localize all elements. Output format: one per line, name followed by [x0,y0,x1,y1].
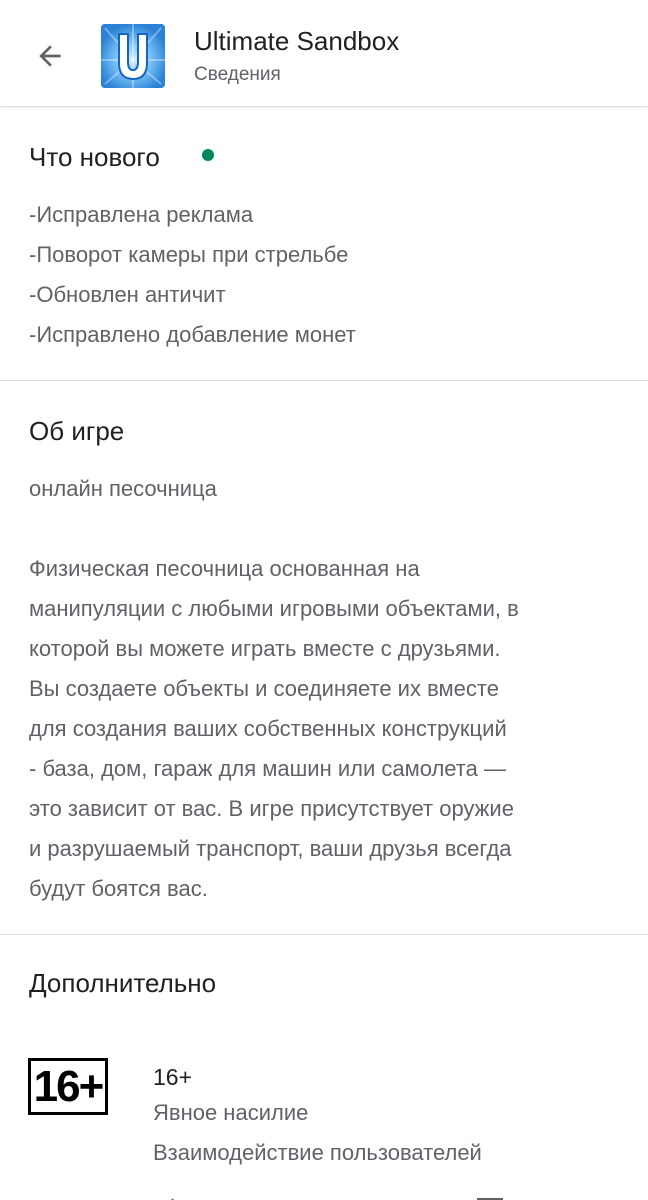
rating-descriptor: Явное насилие [153,1100,309,1125]
rating-descriptor: Взаимодействие пользователей [153,1140,482,1165]
info-row-icon [476,1192,504,1200]
description-line: и разрушаемый транспорт, ваши друзья все… [29,836,512,861]
ultimate-sandbox-app-icon [101,24,165,88]
description-line: манипуляции с любыми игровыми объектами,… [29,596,519,621]
section-divider [0,380,648,381]
description-line: будут боятся вас. [29,876,208,901]
arrow-left-icon [39,45,61,67]
description-line: это зависит от вас. В игре присутствует … [29,796,514,821]
page-subtitle: Сведения [194,64,281,85]
top-app-bar: Ultimate Sandbox Сведения [0,0,648,107]
description-line: - база, дом, гараж для машин или самолет… [29,756,506,781]
description-line: Вы создаете объекты и соединяете их вмес… [29,676,499,701]
changelog-item: -Поворот камеры при стрельбе [29,242,349,267]
back-button[interactable] [24,30,76,82]
whats-new-heading: Что нового [29,142,160,172]
about-heading: Об игре [29,416,125,446]
changelog-item: -Исправлена реклама [29,202,254,227]
age-rating-badge: 16+ [28,1058,108,1115]
description-line: Физическая песочница основанная на [29,556,420,581]
info-row-icon [165,1192,185,1200]
age-rating-label: 16+ [153,1064,193,1090]
description-line: для создания ваших собственных конструкц… [29,716,507,741]
new-indicator-dot [202,149,214,161]
app-details-page: Ultimate Sandbox Сведения Что нового -Ис… [0,0,648,1200]
app-title: Ultimate Sandbox [194,26,400,56]
changelog-item: -Исправлено добавление монет [29,322,356,347]
additional-heading: Дополнительно [29,968,217,998]
description-line: которой вы можете играть вместе с друзья… [29,636,501,661]
about-tagline: онлайн песочница [29,476,217,501]
section-divider [0,934,648,935]
changelog-item: -Обновлен античит [29,282,226,307]
